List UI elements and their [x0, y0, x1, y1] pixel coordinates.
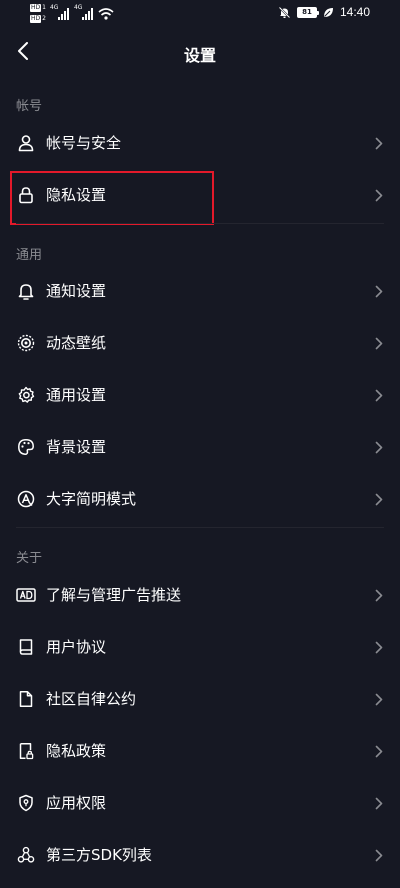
settings-item-large-font-mode[interactable]: 大字简明模式 [0, 473, 400, 525]
ad-icon [16, 585, 36, 605]
settings-item-app-permissions[interactable]: 应用权限 [0, 777, 400, 829]
sim2-indicator: HD 2 [30, 14, 46, 24]
clock: 14:40 [339, 5, 370, 19]
settings-item-live-wallpaper[interactable]: 动态壁纸 [0, 317, 400, 369]
settings-item-label: 通用设置 [46, 386, 107, 404]
live-wallpaper-icon [16, 333, 36, 353]
palette-icon [16, 437, 36, 457]
large-font-icon [16, 489, 36, 509]
section-header-general: 通用 [16, 248, 43, 263]
gear-icon [16, 385, 36, 405]
chevron-right-icon [374, 284, 384, 298]
document-icon [16, 689, 36, 709]
leaf-icon [323, 7, 333, 17]
settings-item-privacy-policy[interactable]: 隐私政策 [0, 725, 400, 777]
settings-item-general[interactable]: 通用设置 [0, 369, 400, 421]
chevron-right-icon [374, 440, 384, 454]
settings-item-community-guidelines[interactable]: 社区自律公约 [0, 673, 400, 725]
settings-item-ad-management[interactable]: 了解与管理广告推送 [0, 569, 400, 621]
chevron-right-icon [374, 136, 384, 150]
signal-2: 4G [73, 3, 94, 22]
chevron-right-icon [374, 388, 384, 402]
chevron-right-icon [374, 848, 384, 862]
settings-item-background[interactable]: 背景设置 [0, 421, 400, 473]
chevron-right-icon [374, 492, 384, 506]
settings-item-label: 隐私政策 [46, 742, 107, 760]
battery-indicator: 81 [296, 6, 319, 18]
settings-item-label: 背景设置 [46, 438, 107, 456]
settings-item-label: 通知设置 [46, 282, 107, 300]
settings-item-label: 动态壁纸 [46, 334, 107, 352]
settings-item-label: 社区自律公约 [46, 690, 137, 708]
sim-indicators: HD 1 HD 2 [30, 3, 46, 24]
privacy-policy-icon [16, 741, 36, 761]
hd-badge: HD [30, 15, 42, 23]
sdk-icon [16, 845, 36, 865]
chevron-right-icon [374, 640, 384, 654]
shield-icon [16, 793, 36, 813]
settings-item-user-agreement[interactable]: 用户协议 [0, 621, 400, 673]
chevron-right-icon [374, 692, 384, 706]
settings-item-label: 第三方SDK列表 [46, 846, 152, 864]
status-bar-right: 81 14:40 [278, 5, 370, 19]
signal-1: 4G [49, 3, 70, 22]
hd-badge: HD [30, 4, 42, 12]
settings-item-notifications[interactable]: 通知设置 [0, 265, 400, 317]
divider [16, 223, 384, 224]
sim-number: 2 [42, 15, 46, 22]
chevron-right-icon [374, 744, 384, 758]
network-type: 4G [49, 3, 59, 11]
settings-item-label: 帐号与安全 [46, 134, 122, 152]
chevron-right-icon [374, 188, 384, 202]
chevron-right-icon [374, 796, 384, 810]
bell-icon [16, 281, 36, 301]
status-bar-left: HD 1 HD 2 4G 4G [30, 3, 114, 24]
wifi-icon [98, 7, 114, 20]
status-bar: HD 1 HD 2 4G 4G 81 14:40 [0, 0, 400, 28]
section-header-account: 帐号 [16, 99, 43, 114]
network-type: 4G [73, 3, 83, 11]
book-icon [16, 637, 36, 657]
mute-bell-icon [278, 6, 291, 18]
chevron-right-icon [374, 588, 384, 602]
person-icon [16, 133, 36, 153]
settings-item-label: 用户协议 [46, 638, 107, 656]
settings-item-account-security[interactable]: 帐号与安全 [0, 117, 400, 169]
settings-item-label: 了解与管理广告推送 [46, 586, 182, 604]
page-title: 设置 [183, 46, 216, 65]
chevron-right-icon [374, 336, 384, 350]
highlight-box [10, 171, 214, 225]
header: 设置 [0, 28, 400, 76]
settings-item-label: 应用权限 [46, 794, 107, 812]
section-header-about: 关于 [16, 551, 43, 566]
sim-number: 1 [42, 4, 46, 11]
sim1-indicator: HD 1 [30, 3, 46, 13]
settings-item-label: 大字简明模式 [46, 490, 137, 508]
divider [16, 527, 384, 528]
settings-item-third-party-sdk[interactable]: 第三方SDK列表 [0, 829, 400, 881]
